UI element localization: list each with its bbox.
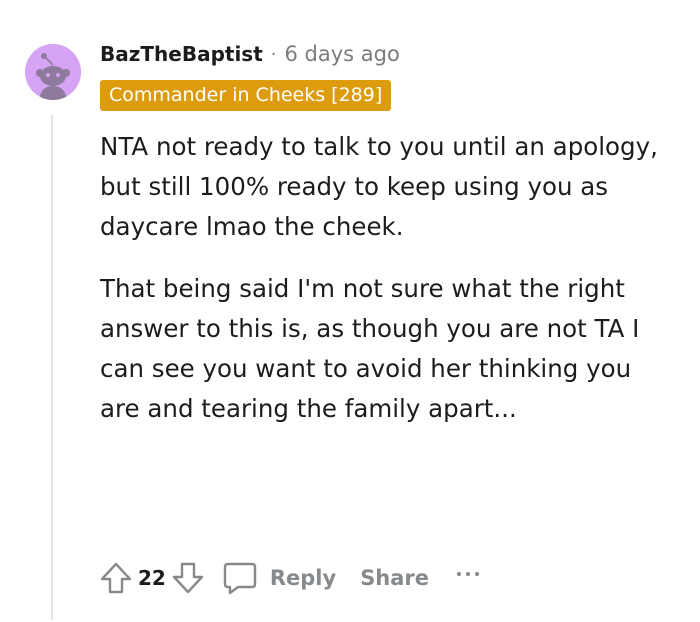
thread-line[interactable] xyxy=(51,115,53,620)
upvote-button[interactable] xyxy=(96,558,136,598)
comment-body: NTA not ready to talk to you until an ap… xyxy=(100,127,660,429)
reply-label: Reply xyxy=(269,566,337,590)
username-link[interactable]: BazTheBaptist xyxy=(100,42,263,66)
arrow-down-icon xyxy=(172,562,204,594)
downvote-button[interactable] xyxy=(168,558,208,598)
arrow-up-icon xyxy=(100,562,132,594)
snoo-avatar-icon xyxy=(25,44,81,100)
vote-score: 22 xyxy=(138,566,166,590)
comment-header: BazTheBaptist · 6 days ago xyxy=(100,38,400,70)
more-options-button[interactable] xyxy=(457,564,480,584)
user-avatar[interactable] xyxy=(25,44,81,100)
timestamp-link[interactable]: 6 days ago xyxy=(285,42,400,66)
meta-separator: · xyxy=(270,43,277,65)
comment-actions: 22 Reply Share xyxy=(96,556,480,600)
share-button[interactable]: Share xyxy=(360,566,429,590)
comment-paragraph: That being said I'm not sure what the ri… xyxy=(100,274,640,423)
more-dots-icon xyxy=(466,572,471,576)
more-dots-icon xyxy=(457,572,462,576)
comment-bubble-icon xyxy=(223,562,257,595)
reply-button[interactable]: Reply xyxy=(222,560,336,596)
more-dots-icon xyxy=(475,572,480,576)
comment-paragraph: NTA not ready to talk to you until an ap… xyxy=(100,132,658,241)
user-flair: Commander in Cheeks [289] xyxy=(100,80,392,111)
